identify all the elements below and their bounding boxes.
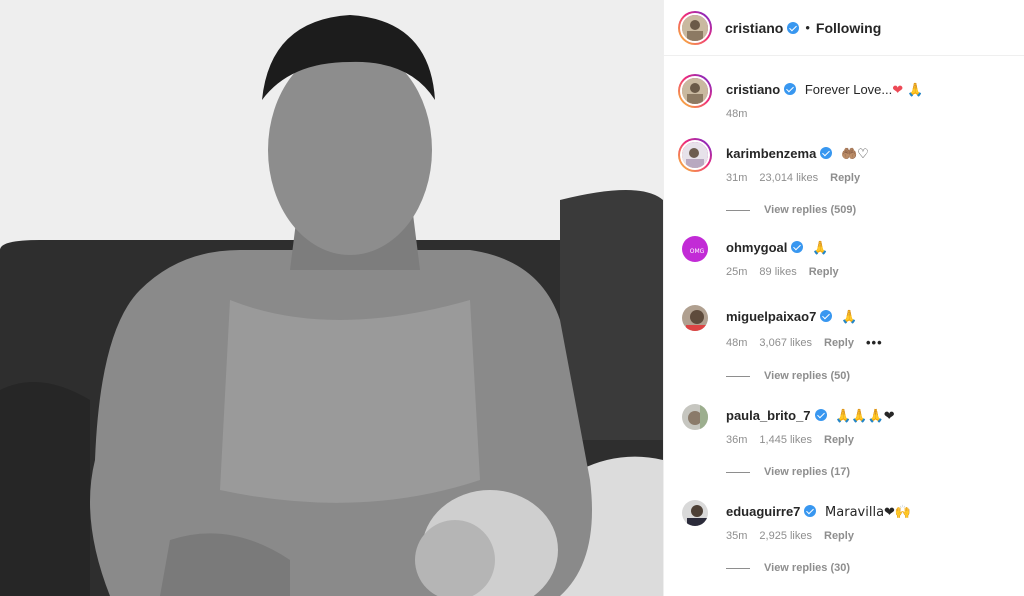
commenter-avatar[interactable]: [678, 138, 712, 172]
author-username[interactable]: cristiano: [725, 20, 783, 36]
comment-text: 🙏: [812, 241, 829, 256]
comment-time: 48m: [726, 336, 748, 349]
comment-item: miguelpaixao7 🙏 48m 3,067 likes Reply ••…: [678, 301, 1010, 382]
commenter-username[interactable]: ohmygoal: [726, 240, 787, 255]
comment-text: Maravilla❤🙌: [825, 505, 912, 520]
comment-likes[interactable]: 1,445 likes: [759, 434, 812, 446]
comment-list: cristiano Forever Love...❤ 🙏 48m karimbe…: [664, 74, 1024, 574]
comment-likes[interactable]: 89 likes: [759, 266, 796, 278]
verified-badge-icon: [804, 505, 817, 517]
commenter-avatar[interactable]: [678, 301, 712, 335]
verified-badge-icon: [820, 310, 833, 322]
commenter-username[interactable]: miguelpaixao7: [726, 309, 816, 324]
caption-avatar[interactable]: [678, 74, 712, 108]
caption-username[interactable]: cristiano: [726, 82, 780, 97]
verified-badge-icon: [820, 147, 833, 159]
caption-meta: 48m: [726, 108, 1010, 120]
comment-text: 🙏🙏🙏❤: [835, 409, 895, 424]
comment-likes[interactable]: 2,925 likes: [759, 530, 812, 542]
following-button[interactable]: Following: [816, 20, 881, 36]
reply-button[interactable]: Reply: [824, 530, 854, 542]
caption: cristiano Forever Love...❤ 🙏 48m: [678, 74, 1010, 120]
view-replies-label: View replies (50): [764, 370, 851, 382]
replies-dash: [726, 209, 750, 211]
post-photo[interactable]: [0, 0, 663, 596]
verified-badge-icon: [787, 21, 800, 34]
verified-badge-icon: [791, 241, 804, 253]
more-options-icon[interactable]: •••: [866, 335, 883, 350]
comments-panel: cristiano • Following cristiano Forever …: [663, 0, 1024, 596]
view-replies-button[interactable]: View replies (17): [726, 466, 1010, 478]
replies-dash: [726, 471, 750, 473]
post-image: [0, 0, 663, 596]
commenter-username[interactable]: eduaguirre7: [726, 504, 800, 519]
reply-button[interactable]: Reply: [824, 337, 854, 349]
view-replies-label: View replies (17): [764, 466, 851, 478]
post-header: cristiano • Following: [664, 0, 1024, 56]
caption-text: Forever Love...: [804, 82, 893, 97]
commenter-username[interactable]: karimbenzema: [726, 146, 816, 161]
reply-button[interactable]: Reply: [830, 172, 860, 184]
separator-dot: •: [805, 20, 810, 35]
comment-item: karimbenzema 🤲🏽♡ 31m 23,014 likes Reply …: [678, 138, 1010, 216]
comment-time: 25m: [726, 266, 748, 278]
comment-time: 35m: [726, 530, 748, 542]
replies-dash: [726, 375, 750, 377]
view-replies-button[interactable]: View replies (50): [726, 370, 1010, 382]
reply-button[interactable]: Reply: [809, 266, 839, 278]
comment-item: paula_brito_7 🙏🙏🙏❤ 36m 1,445 likes Reply…: [678, 400, 1010, 478]
comment-text: 🤲🏽♡: [840, 147, 869, 162]
view-replies-label: View replies (509): [764, 204, 857, 216]
svg-text:OMG: OMG: [690, 248, 705, 255]
comment-time: 36m: [726, 434, 748, 446]
view-replies-button[interactable]: View replies (509): [726, 204, 1010, 216]
replies-dash: [726, 567, 750, 569]
comment-likes[interactable]: 3,067 likes: [759, 337, 812, 349]
verified-badge-icon: [784, 83, 797, 95]
commenter-avatar[interactable]: [678, 496, 712, 530]
comment-time: 31m: [726, 172, 748, 184]
verified-badge-icon: [814, 409, 827, 421]
comment-item: OMG ohmygoal 🙏 25m 89 likes Reply: [678, 232, 1010, 278]
reply-button[interactable]: Reply: [824, 434, 854, 446]
author-avatar[interactable]: [678, 10, 712, 45]
caption-emojis: ❤ 🙏: [892, 83, 924, 98]
commenter-avatar[interactable]: OMG: [678, 232, 712, 266]
commenter-avatar[interactable]: [678, 400, 712, 434]
comment-text: 🙏: [840, 310, 858, 325]
comment-likes[interactable]: 23,014 likes: [759, 172, 818, 184]
commenter-username[interactable]: paula_brito_7: [726, 408, 811, 423]
view-replies-label: View replies (30): [764, 562, 851, 574]
comment-item: eduaguirre7 Maravilla❤🙌 35m 2,925 likes …: [678, 496, 1010, 574]
caption-time: 48m: [726, 108, 748, 120]
view-replies-button[interactable]: View replies (30): [726, 562, 1010, 574]
